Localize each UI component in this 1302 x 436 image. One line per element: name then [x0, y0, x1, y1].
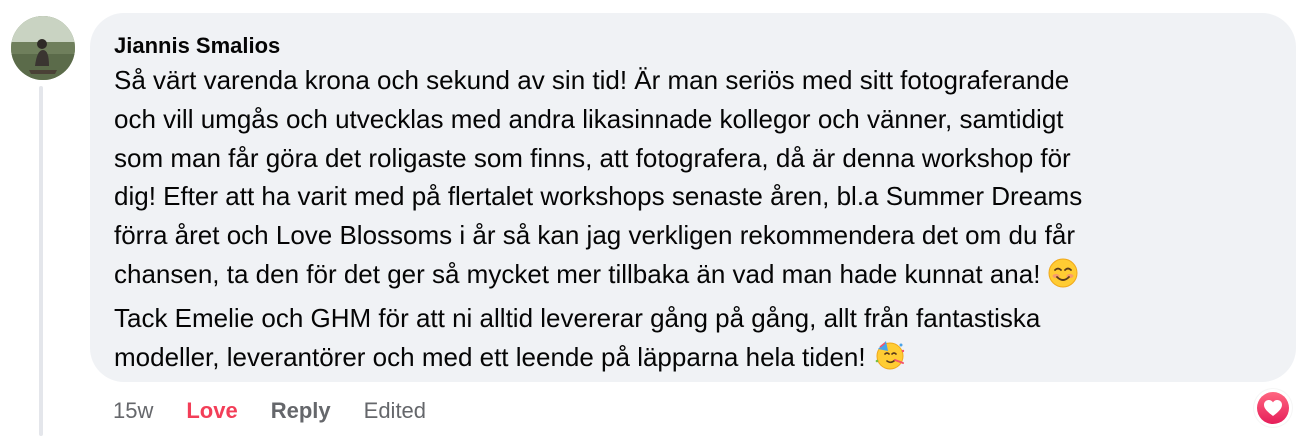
comment-bubble: Jiannis Smalios Så värt varenda krona oc…: [90, 13, 1296, 382]
comment-line-with-emoji: modeller, leverantörer och med ett leend…: [114, 338, 1272, 382]
reaction-badge[interactable]: [1254, 389, 1292, 427]
comment-text: Så värt varenda krona och sekund av sin …: [114, 61, 1272, 381]
comment-line: chansen, ta den för det ger så mycket me…: [114, 258, 1041, 289]
edited-label: Edited: [363, 398, 427, 423]
heart-icon: [1257, 392, 1289, 424]
comment-line: dig! Efter att ha varit med på flertalet…: [114, 181, 1083, 212]
partying-face-emoji-icon: [874, 339, 906, 382]
author-name[interactable]: Jiannis Smalios: [114, 31, 1272, 61]
comment: Jiannis Smalios Så värt varenda krona oc…: [0, 0, 1302, 436]
comment-line: förra året och Love Blossoms i år så kan…: [114, 220, 1076, 251]
comment-line: och vill umgås och utvecklas med andra l…: [114, 103, 1064, 134]
comment-line: modeller, leverantörer och med ett leend…: [114, 341, 866, 372]
reply-button[interactable]: Reply: [271, 396, 331, 426]
comment-actions: 15w Love Reply Edited: [113, 396, 426, 426]
thread-line: [39, 86, 43, 436]
comment-line: Så värt varenda krona och sekund av sin …: [114, 65, 1070, 95]
comment-line-with-emoji: chansen, ta den för det ger så mycket me…: [114, 255, 1272, 299]
love-button[interactable]: Love: [186, 396, 237, 426]
timestamp[interactable]: 15w: [113, 396, 153, 426]
avatar[interactable]: [11, 16, 75, 80]
smiling-face-emoji-icon: [1048, 258, 1078, 299]
comment-line: som man får göra det roligaste som finns…: [114, 142, 1071, 173]
comment-line: Tack Emelie och GHM för att ni alltid le…: [114, 302, 1041, 333]
